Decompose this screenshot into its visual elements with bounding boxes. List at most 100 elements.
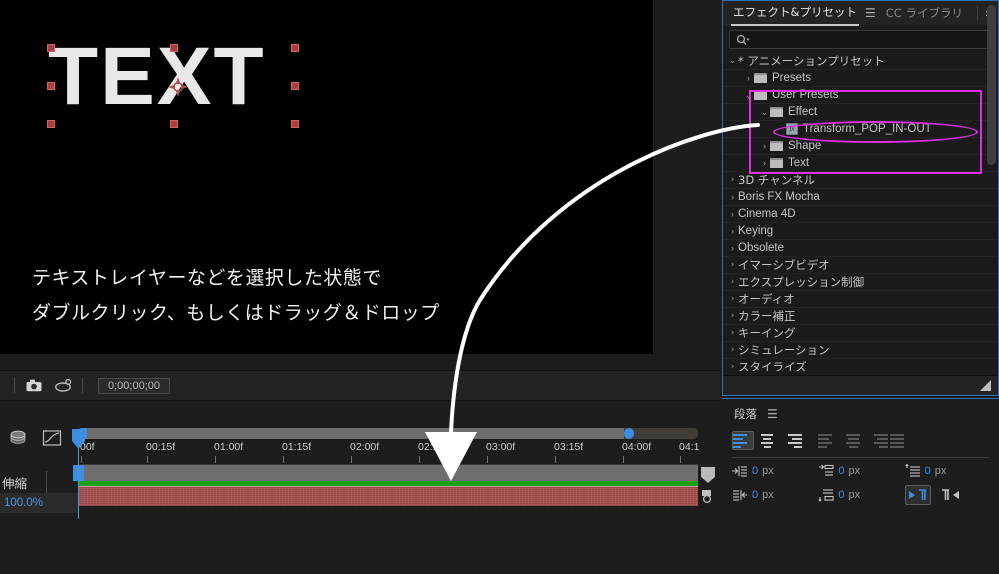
- resize-grip-icon[interactable]: [980, 380, 991, 391]
- effects-tree-item[interactable]: › Shape: [723, 138, 998, 155]
- anchor-point-icon[interactable]: [168, 77, 188, 97]
- timeline-track-background[interactable]: [78, 465, 698, 481]
- ruler-tick-label: 03:15f: [554, 441, 584, 453]
- effects-tree-item[interactable]: ⌄ User Presets: [723, 87, 998, 104]
- motion-blur-icon[interactable]: [700, 487, 718, 505]
- effects-tree-item[interactable]: › Presets: [723, 70, 998, 87]
- timeline-ruler[interactable]: 00f 00:15f 01:00f 01:15f 02:00f 02:15f 03:00f 0…: [78, 439, 699, 465]
- track-end-marker[interactable]: [701, 467, 715, 483]
- chevron-right-icon[interactable]: ›: [727, 328, 738, 338]
- playhead-line: [78, 439, 79, 519]
- selection-handle-tc[interactable]: [170, 44, 178, 52]
- tab-effects-and-presets[interactable]: エフェクト&プリセット: [731, 1, 859, 26]
- chevron-right-icon[interactable]: ›: [759, 141, 770, 151]
- ruler-tick-label: 04:00f: [622, 441, 652, 453]
- text-layer-content[interactable]: TEXT: [48, 36, 266, 118]
- effects-tree-item[interactable]: › 3D チャンネル: [723, 172, 998, 189]
- navigator-end-handle[interactable]: [624, 428, 634, 439]
- paragraph-panel: 段落 ☰ 0 px 0 px 0 px 0 px 0 px: [722, 398, 999, 574]
- ruler-tick-label: 01:00f: [214, 441, 244, 453]
- chevron-right-icon[interactable]: ›: [727, 345, 738, 355]
- hamburger-menu-icon[interactable]: ☰: [767, 407, 778, 421]
- effects-tree-item[interactable]: › シミュレーション: [723, 342, 998, 359]
- effects-tree-list[interactable]: ⌄ * アニメーションプリセット › Presets ⌄ User Presets ⌄ Eff…: [723, 53, 998, 371]
- chevron-down-icon[interactable]: ⌄: [743, 90, 754, 101]
- composition-canvas[interactable]: TEXT テキストレイヤーなどを選択した状態で ダブルクリック、もしくはドラッグ…: [0, 0, 653, 354]
- indent-right-margin-field[interactable]: 0 px: [732, 485, 818, 505]
- effects-tree-item[interactable]: › エクスプレッション制御: [723, 274, 998, 291]
- indent-first-line-field[interactable]: 0 px: [818, 464, 904, 478]
- selection-handle-bl[interactable]: [47, 120, 55, 128]
- effects-tree-item[interactable]: › スタイライズ: [723, 359, 998, 371]
- text-direction-ltr-button[interactable]: [904, 485, 931, 505]
- space-before-paragraph-field[interactable]: 0 px: [904, 464, 991, 478]
- indent-left-margin-field[interactable]: 0 px: [732, 464, 818, 478]
- chevron-right-icon[interactable]: ›: [727, 175, 738, 185]
- vertical-scrollbar[interactable]: [987, 5, 996, 165]
- chevron-down-icon[interactable]: ⌄: [727, 56, 738, 66]
- toolbar-divider-1: [14, 378, 15, 393]
- effects-tree-item[interactable]: ⌄ Effect: [723, 104, 998, 121]
- tab-divider: [976, 6, 978, 20]
- chevron-right-icon[interactable]: ›: [759, 158, 770, 168]
- justify-last-right-button[interactable]: [866, 431, 888, 450]
- justify-last-left-button[interactable]: [818, 431, 840, 450]
- chevron-down-icon[interactable]: ⌄: [759, 107, 770, 118]
- indent-first-line-icon: [819, 464, 834, 476]
- justify-all-button[interactable]: [890, 431, 912, 450]
- effects-tree-item[interactable]: › Keying: [723, 223, 998, 240]
- selection-handle-br[interactable]: [291, 120, 299, 128]
- effects-tree-item[interactable]: fx Transform_POP_IN-OUT: [723, 121, 998, 138]
- effects-tree-item[interactable]: › オーディオ: [723, 291, 998, 308]
- effects-tree-item[interactable]: › Boris FX Mocha: [723, 189, 998, 206]
- graph-editor-icon[interactable]: [42, 429, 62, 452]
- effects-tree-item[interactable]: › Obsolete: [723, 240, 998, 257]
- timeline-layer-bar[interactable]: [78, 486, 698, 506]
- panel-footer: [723, 375, 998, 395]
- stretch-value[interactable]: 100.0%: [0, 493, 78, 513]
- effects-tree-item[interactable]: › カラー補正: [723, 308, 998, 325]
- align-center-button[interactable]: [756, 431, 778, 450]
- timeline-zoom-navigator[interactable]: [77, 428, 698, 439]
- selection-handle-tr[interactable]: [291, 44, 299, 52]
- effects-tree-item[interactable]: › Text: [723, 155, 998, 172]
- justify-last-right-line: [874, 433, 888, 436]
- chevron-right-icon[interactable]: ›: [727, 243, 738, 253]
- effects-tree-item-label: イマーシブビデオ: [738, 258, 830, 272]
- chevron-right-icon[interactable]: ›: [727, 277, 738, 287]
- ruler-tick-mark: [487, 456, 488, 463]
- effects-tree-item[interactable]: › Cinema 4D: [723, 206, 998, 223]
- camera-icon[interactable]: [24, 377, 44, 395]
- tab-cc-libraries[interactable]: CC ライブラリ: [884, 2, 965, 25]
- chevron-right-icon[interactable]: ›: [727, 311, 738, 321]
- align-center-line: [763, 445, 771, 448]
- chevron-right-icon[interactable]: ›: [743, 73, 754, 83]
- align-left-button[interactable]: [732, 431, 754, 450]
- align-left-line: [733, 433, 747, 436]
- justify-last-center-button[interactable]: [842, 431, 864, 450]
- search-input[interactable]: [729, 30, 992, 49]
- chevron-right-icon[interactable]: ›: [727, 362, 738, 371]
- effects-tree-item[interactable]: › キーイング: [723, 325, 998, 342]
- ruler-tick-label: 03:00f: [486, 441, 516, 453]
- effects-tree-item[interactable]: › イマーシブビデオ: [723, 257, 998, 274]
- chevron-right-icon[interactable]: ›: [727, 260, 738, 270]
- snapshot-view-icon[interactable]: [53, 377, 73, 395]
- current-timecode[interactable]: 0;00;00;00: [98, 377, 170, 394]
- chevron-right-icon[interactable]: ›: [727, 209, 738, 219]
- text-direction-rtl-button[interactable]: [937, 485, 963, 505]
- hamburger-menu-icon[interactable]: ☰: [865, 6, 876, 20]
- align-right-button[interactable]: [780, 431, 802, 450]
- selection-handle-mr[interactable]: [291, 82, 299, 90]
- selection-handle-ml[interactable]: [47, 82, 55, 90]
- chevron-right-icon[interactable]: ›: [727, 226, 738, 236]
- space-after-paragraph-field[interactable]: 0 px: [818, 485, 904, 505]
- effects-tree-item[interactable]: ⌄ * アニメーションプリセット: [723, 53, 998, 70]
- selection-handle-bc[interactable]: [170, 120, 178, 128]
- timeline-panel: 伸縮 100.0% 00f 00:15f 01:00f 01:15f 02:00f 02:…: [0, 400, 720, 574]
- selection-handle-tl[interactable]: [47, 44, 55, 52]
- chevron-right-icon[interactable]: ›: [727, 192, 738, 202]
- layer-switches-icon[interactable]: [8, 429, 28, 452]
- chevron-right-icon[interactable]: ›: [727, 294, 738, 304]
- effects-tree-item-label: Effect: [788, 106, 818, 118]
